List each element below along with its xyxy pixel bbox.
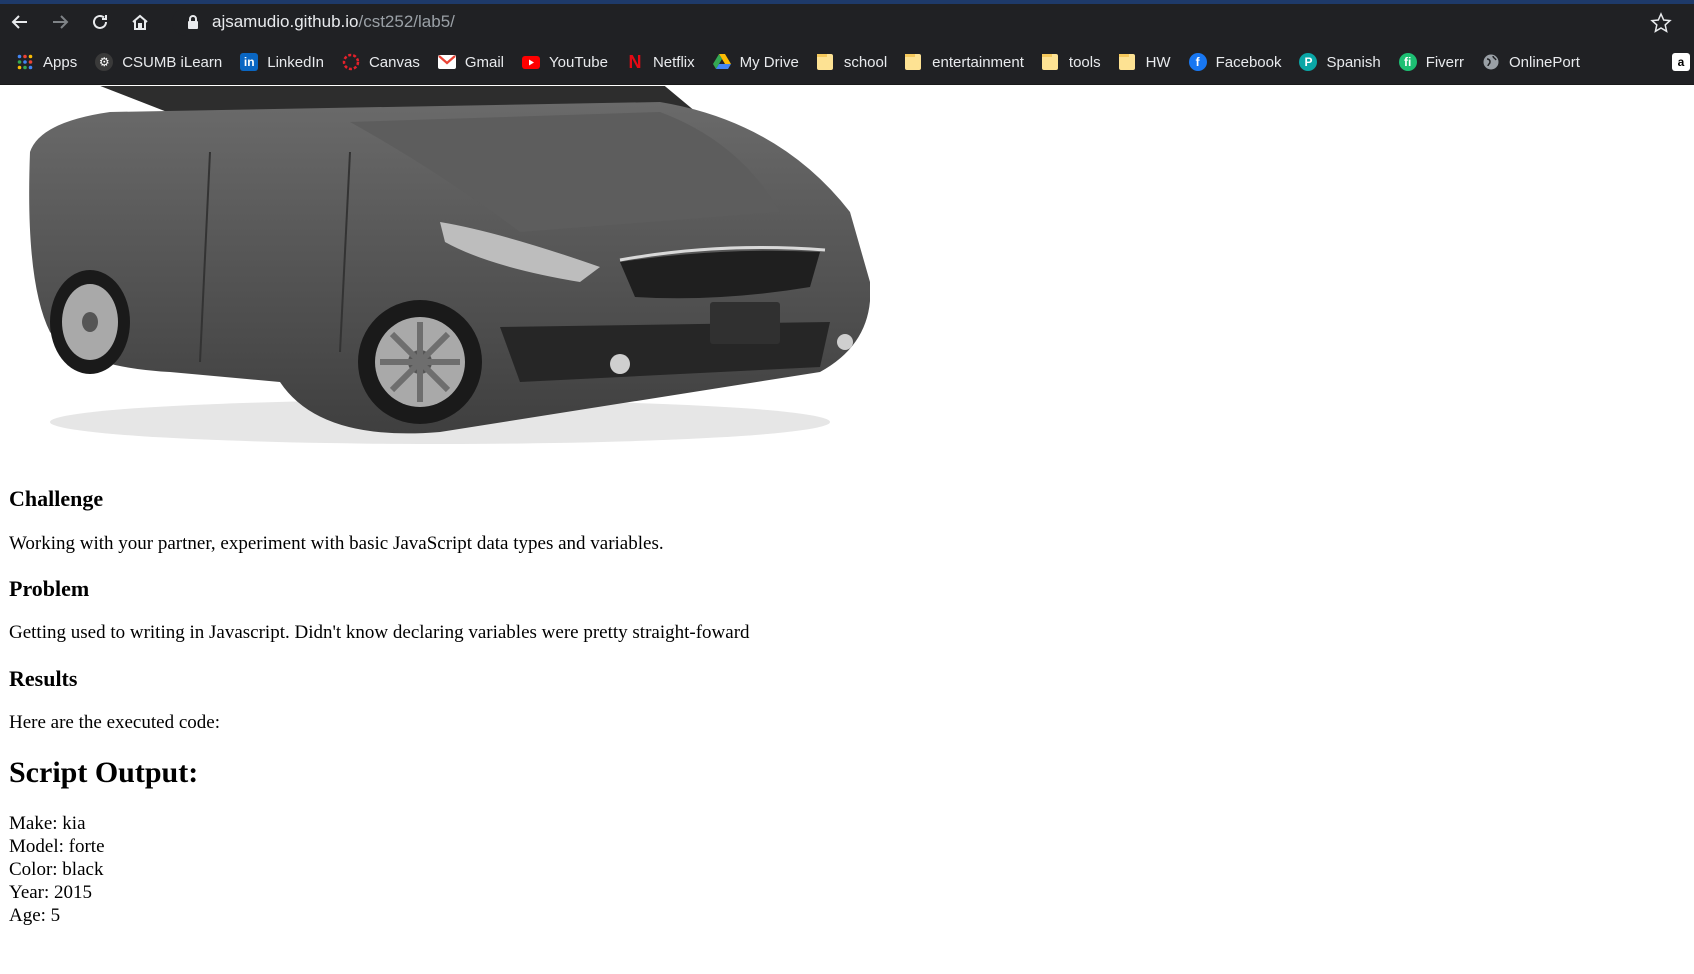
canvas-icon	[342, 53, 360, 71]
folder-icon	[1041, 54, 1058, 70]
home-button[interactable]	[120, 4, 160, 40]
bookmark-label: CSUMB iLearn	[122, 53, 223, 71]
bookmark-youtube[interactable]: YouTube	[522, 47, 608, 77]
url-host: ajsamudio.github.io	[212, 12, 359, 31]
ilearn-icon: ⚙	[95, 53, 114, 71]
bookmark-label: entertainment	[932, 53, 1024, 71]
bookmark-label: school	[843, 53, 888, 71]
bookmark-folder-entertainment[interactable]: entertainment	[905, 47, 1024, 77]
bookmark-label: HW	[1145, 53, 1171, 71]
output-line-age: Age: 5	[9, 905, 61, 926]
browser-toolbar: ajsamudio.github.io/cst252/lab5/	[0, 4, 1694, 40]
home-icon	[132, 14, 148, 30]
globe-icon	[1482, 53, 1500, 71]
bookmark-folder-hw[interactable]: HW	[1118, 47, 1171, 77]
folder-icon	[1118, 54, 1135, 70]
forward-button[interactable]	[40, 4, 80, 40]
bookmark-netflix[interactable]: N Netflix	[626, 47, 695, 77]
problem-text: Getting used to writing in Javascript. D…	[9, 622, 750, 643]
youtube-icon	[522, 53, 540, 71]
bookmark-label: Apps	[43, 53, 78, 71]
bookmark-label: Canvas	[368, 53, 420, 71]
bookmark-onlineport[interactable]: OnlinePort	[1482, 47, 1580, 77]
bookmark-label: Gmail	[464, 53, 504, 71]
back-arrow-icon	[11, 15, 27, 29]
reload-icon	[93, 14, 107, 29]
netflix-icon: N	[628, 51, 642, 72]
page-content: Challenge Working with your partner, exp…	[0, 86, 1694, 974]
amazon-icon: a	[1672, 53, 1690, 71]
bookmark-label: tools	[1068, 53, 1101, 71]
folder-icon	[816, 54, 833, 70]
bookmark-label: Fiverr	[1425, 53, 1465, 71]
url-path: /cst252/lab5/	[358, 12, 455, 31]
gmail-icon	[437, 53, 456, 71]
output-line-model: Model: forte	[9, 836, 105, 857]
bookmark-label: My Drive	[739, 53, 799, 71]
forward-arrow-icon	[53, 15, 69, 29]
lock-icon	[188, 15, 198, 29]
facebook-icon: f	[1188, 53, 1207, 71]
url-text: ajsamudio.github.io/cst252/lab5/	[212, 12, 455, 32]
output-line-year: Year: 2015	[9, 882, 93, 903]
script-output-heading: Script Output:	[9, 756, 199, 789]
bookmark-folder-school[interactable]: school	[816, 47, 888, 77]
bookmark-csumb-ilearn[interactable]: ⚙ CSUMB iLearn	[95, 47, 222, 77]
bookmarks-bar: Apps ⚙ CSUMB iLearn in LinkedIn Canvas G…	[0, 40, 1694, 85]
bookmark-label: OnlinePort	[1509, 53, 1580, 71]
bookmark-label: Spanish	[1326, 53, 1381, 71]
bookmark-facebook[interactable]: f Facebook	[1188, 47, 1282, 77]
address-bar[interactable]: ajsamudio.github.io/cst252/lab5/	[172, 8, 1672, 36]
bookmark-label: Netflix	[652, 53, 695, 71]
folder-icon	[905, 54, 922, 70]
bookmark-folder-tools[interactable]: tools	[1041, 47, 1101, 77]
google-drive-icon	[712, 53, 731, 71]
bookmark-label: Facebook	[1215, 53, 1282, 71]
output-line-make: Make: kia	[9, 813, 86, 834]
back-button[interactable]	[0, 4, 40, 40]
bookmark-spanish[interactable]: P Spanish	[1299, 47, 1381, 77]
bookmark-canvas[interactable]: Canvas	[342, 47, 420, 77]
bookmark-star-icon[interactable]	[1650, 12, 1672, 34]
bookmark-label: LinkedIn	[267, 53, 324, 71]
problem-heading: Problem	[9, 576, 90, 601]
reload-button[interactable]	[80, 4, 120, 40]
bookmark-my-drive[interactable]: My Drive	[712, 47, 799, 77]
challenge-text: Working with your partner, experiment wi…	[9, 533, 664, 554]
results-text: Here are the executed code:	[9, 712, 220, 733]
spanish-icon: P	[1299, 53, 1318, 71]
bookmark-linkedin[interactable]: in LinkedIn	[240, 47, 324, 77]
bookmark-apps[interactable]: Apps	[16, 47, 77, 77]
linkedin-icon: in	[240, 53, 259, 71]
bookmark-fiverr[interactable]: fi Fiverr	[1398, 47, 1465, 77]
bookmark-label: YouTube	[549, 53, 608, 71]
apps-grid-icon	[16, 53, 34, 71]
output-line-color: Color: black	[9, 859, 104, 880]
fiverr-icon: fi	[1398, 53, 1417, 71]
bookmark-gmail[interactable]: Gmail	[437, 47, 504, 77]
challenge-heading: Challenge	[9, 486, 104, 511]
bookmark-amazon[interactable]: a	[1672, 47, 1690, 77]
car-image	[29, 86, 870, 444]
results-heading: Results	[9, 666, 78, 691]
